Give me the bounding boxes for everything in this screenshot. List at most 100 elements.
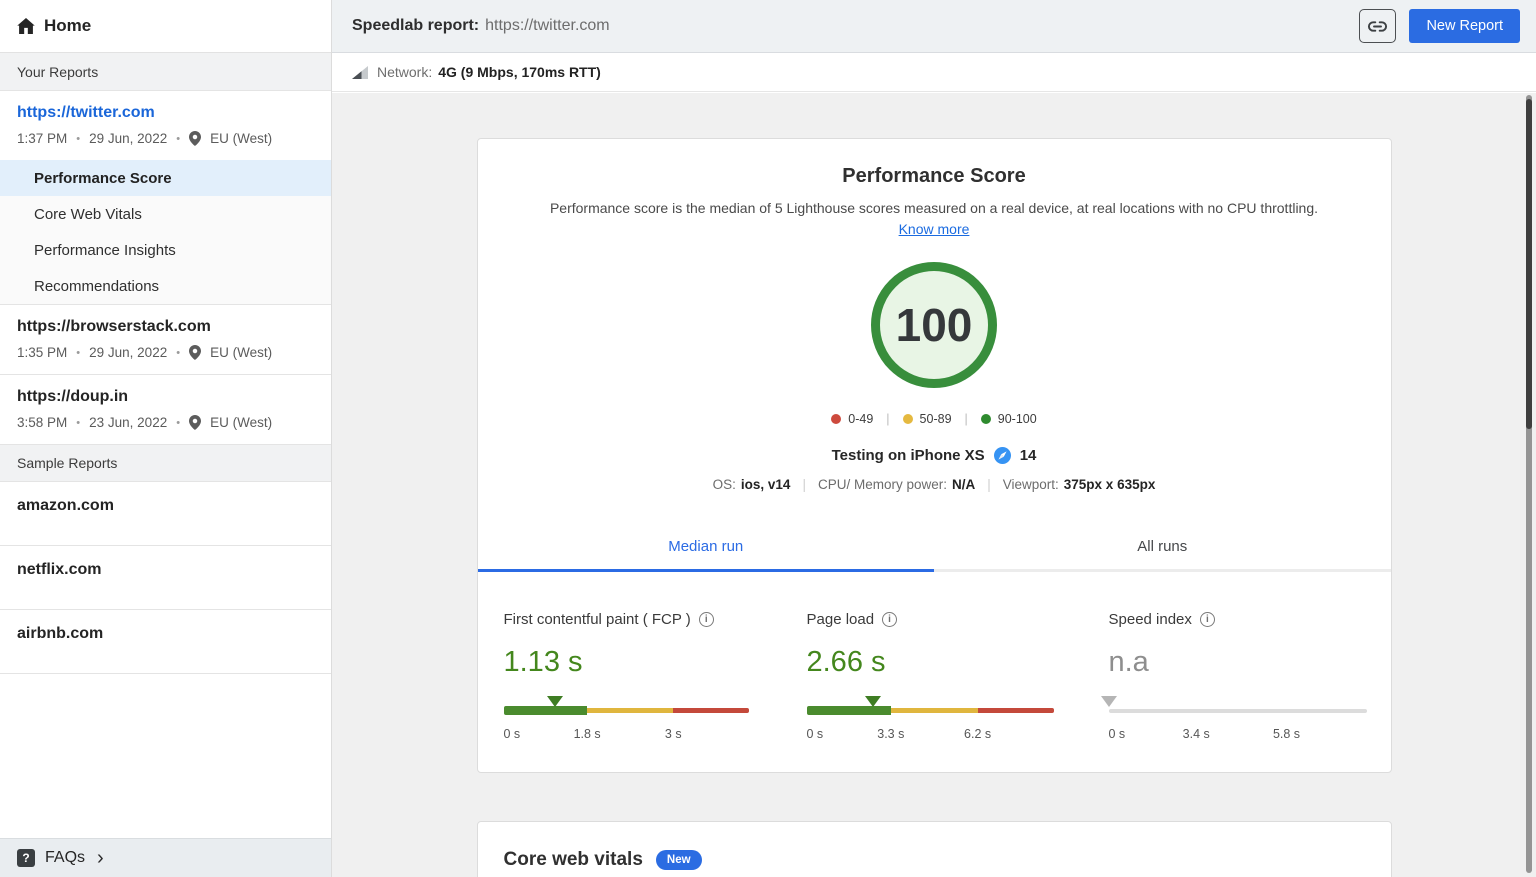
know-more-link[interactable]: Know more	[899, 221, 970, 237]
performance-score-title: Performance Score	[842, 165, 1026, 187]
value-marker-icon	[547, 696, 564, 707]
dot-separator: •	[176, 416, 181, 429]
sample-report-amazon[interactable]: amazon.com	[0, 482, 331, 546]
spec-label: OS:	[712, 477, 736, 492]
legend-item-yellow: 50-89	[902, 412, 952, 426]
report-content: Performance Score Performance score is t…	[332, 93, 1536, 877]
info-icon[interactable]: i	[698, 612, 714, 627]
spec-value: N/A	[951, 477, 976, 492]
home-button[interactable]: Home	[0, 0, 331, 53]
sample-reports-header: Sample Reports	[0, 445, 331, 482]
scrollbar-thumb[interactable]	[1526, 99, 1532, 429]
tab-median-run[interactable]: Median run	[477, 538, 934, 572]
metric-scale-bar	[1100, 696, 1367, 717]
subnav-label: Recommendations	[34, 277, 160, 295]
red-dot-icon	[831, 414, 842, 424]
report-meta: 1:37 PM • 29 Jun, 2022 • EU (West)	[17, 131, 314, 146]
sidebar: Home Your Reports https://twitter.com 1:…	[0, 0, 332, 877]
device-name: Testing on iPhone XS	[831, 447, 985, 464]
tick-label: 0 s	[806, 727, 824, 741]
report-url[interactable]: https://browserstack.com	[17, 318, 314, 336]
metric-value: 2.66 s	[806, 646, 886, 678]
sample-report-label: amazon.com	[17, 497, 114, 514]
tick-label: 0 s	[1108, 727, 1126, 741]
your-reports-header: Your Reports	[0, 53, 331, 91]
green-dot-icon	[980, 414, 991, 424]
info-icon[interactable]: i	[882, 612, 898, 627]
report-location: EU (West)	[210, 345, 273, 360]
subnav-performance-insights[interactable]: Performance Insights	[0, 232, 331, 268]
device-line: Testing on iPhone XS 14	[478, 447, 1391, 464]
subnav-label: Core Web Vitals	[34, 205, 142, 223]
spec-separator: |	[802, 477, 806, 492]
yellow-dot-icon	[902, 414, 913, 424]
tab-all-runs[interactable]: All runs	[934, 538, 1391, 572]
scale-ticks: 0 s 3.3 s 6.2 s	[807, 727, 1055, 742]
map-pin-icon	[189, 345, 202, 360]
faqs-button[interactable]: ? FAQs ›	[0, 838, 331, 877]
report-topbar: Speedlab report: https://twitter.com New…	[332, 0, 1536, 53]
tick-label: 0 s	[503, 727, 521, 741]
runs-tabs: Median run All runs	[477, 538, 1391, 572]
scale-ticks: 0 s 1.8 s 3 s	[504, 727, 750, 742]
report-location: EU (West)	[210, 131, 273, 146]
performance-score-value: 100	[895, 299, 973, 351]
legend-separator: |	[886, 412, 890, 426]
copy-link-button[interactable]	[1359, 9, 1397, 43]
map-pin-icon	[189, 131, 202, 146]
value-marker-icon	[865, 696, 882, 707]
performance-score-card: Performance Score Performance score is t…	[476, 138, 1392, 773]
subnav-performance-score[interactable]: Performance Score	[0, 160, 331, 196]
report-item-browserstack[interactable]: https://browserstack.com 1:35 PM • 29 Ju…	[0, 305, 331, 375]
report-subnav: Performance Score Core Web Vitals Perfor…	[0, 160, 331, 305]
report-item-twitter[interactable]: https://twitter.com 1:37 PM • 29 Jun, 20…	[0, 91, 331, 160]
sample-report-netflix[interactable]: netflix.com	[0, 546, 331, 610]
report-time: 1:35 PM	[17, 345, 68, 360]
dot-separator: •	[76, 416, 81, 429]
legend-separator: |	[964, 412, 968, 426]
tick-label: 3 s	[664, 727, 682, 741]
scale-segment-poor	[673, 708, 750, 713]
map-pin-icon	[189, 415, 202, 430]
spec-value: 375px x 635px	[1063, 477, 1156, 492]
scale-segment-good	[806, 706, 891, 715]
subnav-core-web-vitals[interactable]: Core Web Vitals	[0, 196, 331, 232]
safari-icon	[993, 447, 1011, 464]
performance-score-description: Performance score is the median of 5 Lig…	[549, 200, 1319, 216]
legend-label: 50-89	[919, 412, 952, 426]
chevron-right-icon: ›	[97, 847, 104, 869]
report-item-doup[interactable]: https://doup.in 3:58 PM • 23 Jun, 2022 •…	[0, 375, 331, 445]
scale-track	[1108, 709, 1367, 713]
metrics-row: First contentful paint ( FCP ) i 1.13 s …	[478, 611, 1391, 742]
network-signal-icon	[352, 65, 368, 79]
legend-label: 90-100	[997, 412, 1037, 426]
cwv-heading-row: Core web vitals New	[504, 849, 1365, 871]
report-date: 23 Jun, 2022	[89, 415, 168, 430]
report-url[interactable]: https://twitter.com	[17, 104, 314, 122]
info-icon[interactable]: i	[1199, 612, 1215, 627]
dot-separator: •	[176, 132, 181, 145]
report-date: 29 Jun, 2022	[89, 345, 168, 360]
metric-label: First contentful paint ( FCP )	[503, 611, 691, 628]
sample-report-label: netflix.com	[17, 561, 102, 578]
report-url[interactable]: https://doup.in	[17, 388, 314, 406]
tick-label: 5.8 s	[1272, 727, 1301, 741]
metric-speed-index: Speed index i n.a 0 s 3.4 s 5.8 s	[1100, 611, 1367, 742]
subnav-recommendations[interactable]: Recommendations	[0, 268, 331, 304]
tick-label: 3.3 s	[877, 727, 905, 741]
subnav-label: Performance Score	[34, 169, 172, 187]
value-marker-icon	[1100, 696, 1117, 707]
dot-separator: •	[76, 346, 81, 359]
sample-report-airbnb[interactable]: airbnb.com	[0, 610, 331, 674]
metric-value: 1.13 s	[503, 646, 583, 678]
subnav-label: Performance Insights	[34, 241, 176, 259]
legend-label: 0-49	[848, 412, 874, 426]
report-time: 3:58 PM	[17, 415, 68, 430]
tick-label: 6.2 s	[964, 727, 992, 741]
dot-separator: •	[76, 132, 81, 145]
new-report-button[interactable]: New Report	[1409, 9, 1520, 43]
metric-page-load: Page load i 2.66 s 0 s 3.3 s 6.2 s	[806, 611, 1055, 742]
sample-reports-label: Sample Reports	[17, 455, 118, 471]
network-bar: Network: 4G (9 Mbps, 170ms RTT)	[332, 53, 1536, 92]
report-title-url: https://twitter.com	[485, 17, 610, 34]
